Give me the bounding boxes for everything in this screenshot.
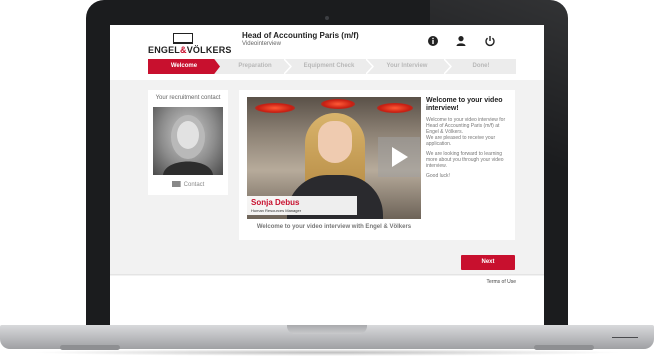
step-equipment-check[interactable]: Equipment Check <box>290 59 368 74</box>
house-icon <box>173 33 193 44</box>
welcome-paragraph: We are pleased to receive your applicati… <box>426 135 496 147</box>
webcam-icon <box>325 16 329 20</box>
laptop-hinge-notch <box>287 325 367 334</box>
main-content: Your recruitment contact Contact Sonja D… <box>110 80 544 276</box>
logo-text-engel: ENGEL <box>148 45 181 55</box>
laptop-shadow <box>30 349 624 356</box>
play-icon <box>392 147 408 167</box>
logo-ampersand: & <box>180 45 187 55</box>
user-icon[interactable] <box>455 35 467 47</box>
contact-photo <box>153 107 223 175</box>
footer-divider <box>110 274 544 275</box>
welcome-text-panel: Welcome to your video interview! Welcome… <box>426 97 512 179</box>
stage: ENGEL&VÖLKERS Head of Accounting Paris (… <box>0 0 654 358</box>
step-your-interview[interactable]: Your Interview <box>368 59 446 74</box>
envelope-icon <box>171 181 181 187</box>
presenter-face <box>318 121 352 163</box>
step-progress-bar: Welcome Preparation Equipment Check Your… <box>148 59 516 74</box>
presenter-role: Human Resources Manager <box>251 208 302 213</box>
background-lamp <box>377 103 413 113</box>
next-button[interactable]: Next <box>461 255 515 270</box>
play-button[interactable] <box>378 137 420 177</box>
app-header: ENGEL&VÖLKERS Head of Accounting Paris (… <box>110 25 544 58</box>
logo-wordmark: ENGEL&VÖLKERS <box>148 45 232 55</box>
video-player[interactable]: Sonja Debus Human Resources Manager <box>247 97 421 219</box>
job-subtitle: Videointerview <box>242 41 281 47</box>
recruitment-contact-card: Your recruitment contact Contact <box>148 90 228 195</box>
welcome-heading: Welcome to your video interview! <box>426 97 503 112</box>
presenter-name: Sonja Debus <box>251 198 300 207</box>
video-card: Sonja Debus Human Resources Manager Welc… <box>239 90 515 240</box>
person-portrait-icon <box>163 115 213 175</box>
welcome-paragraph: Good luck! <box>426 173 450 179</box>
info-icon[interactable] <box>427 35 439 47</box>
brand-logo[interactable]: ENGEL&VÖLKERS <box>148 33 231 55</box>
laptop-edge-line <box>612 337 638 338</box>
step-preparation[interactable]: Preparation <box>220 59 290 74</box>
background-lamp <box>321 99 355 109</box>
video-lower-third: Sonja Debus Human Resources Manager <box>247 196 357 215</box>
power-icon[interactable] <box>484 35 496 47</box>
step-welcome[interactable]: Welcome <box>148 59 220 74</box>
contact-card-title: Your recruitment contact <box>155 95 221 101</box>
terms-of-use-link[interactable]: Terms of Use <box>450 279 516 285</box>
contact-button[interactable]: Contact <box>148 181 228 188</box>
background-lamp <box>255 103 295 113</box>
laptop-screen: ENGEL&VÖLKERS Head of Accounting Paris (… <box>110 25 544 326</box>
step-done[interactable]: Done! <box>446 59 516 74</box>
video-caption: Welcome to your video interview with Eng… <box>256 224 412 230</box>
welcome-paragraph: Welcome to your video interview for Head… <box>426 117 506 135</box>
logo-text-voelkers: VÖLKERS <box>186 45 232 55</box>
job-title: Head of Accounting Paris (m/f) <box>242 31 359 40</box>
contact-button-label: Contact <box>183 182 205 188</box>
welcome-paragraph: We are looking forward to learning more … <box>426 151 504 169</box>
